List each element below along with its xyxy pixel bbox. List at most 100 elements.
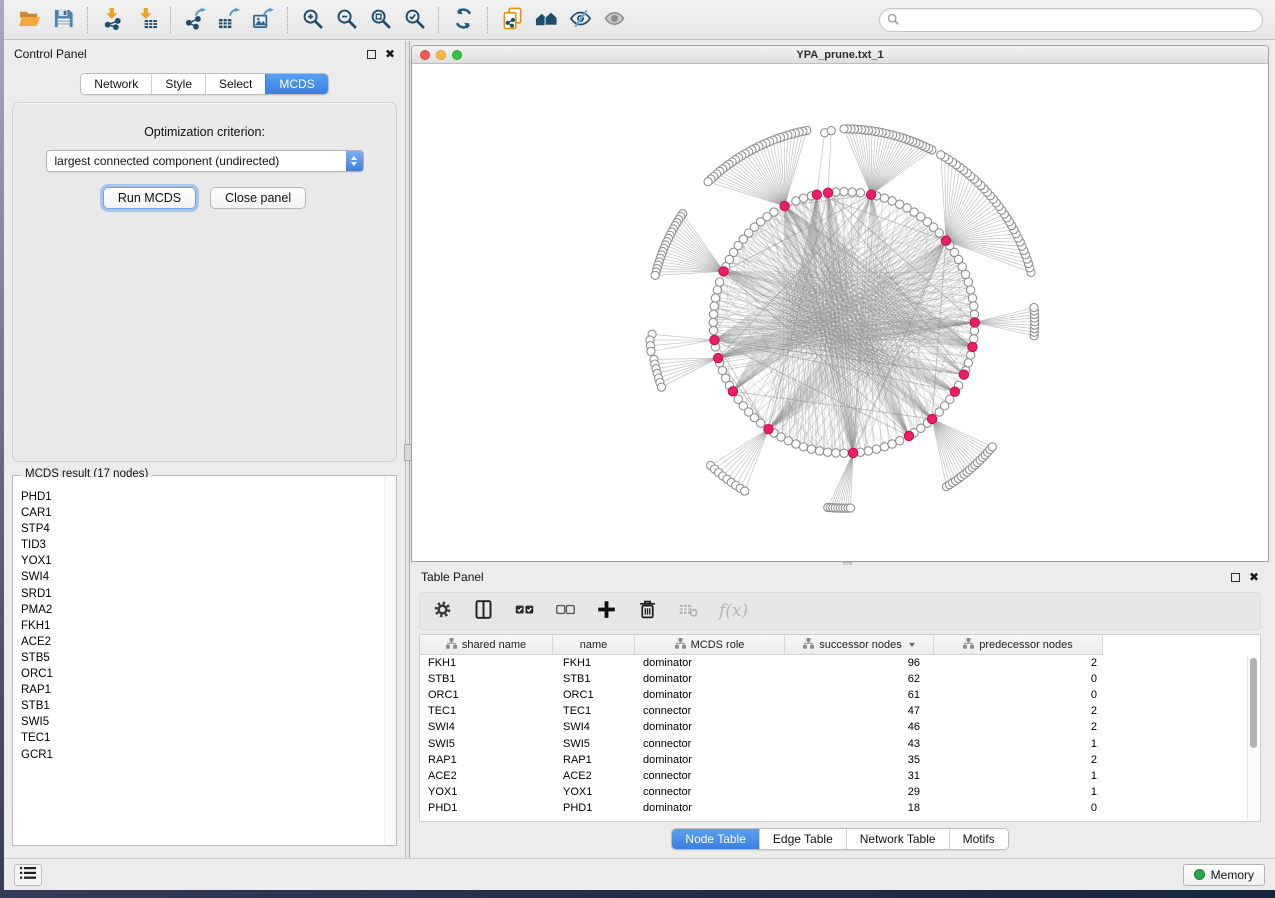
table-row[interactable]: YOX1YOX1connector291 <box>420 784 1260 800</box>
dominator-node[interactable] <box>959 370 968 379</box>
delete-table-button[interactable] <box>678 599 699 623</box>
leaf-node[interactable] <box>657 383 665 391</box>
table-row[interactable]: RAP1RAP1dominator352 <box>420 752 1260 768</box>
ring-node[interactable] <box>792 440 800 448</box>
table-cell[interactable]: dominator <box>635 721 785 733</box>
ring-node[interactable] <box>832 449 840 457</box>
table-cell[interactable]: ACE2 <box>420 770 553 782</box>
zoom-fit-button[interactable] <box>363 4 397 36</box>
result-list-item[interactable]: ORC1 <box>14 666 395 682</box>
table-cell[interactable]: SWI4 <box>553 721 635 733</box>
table-cell[interactable]: ORC1 <box>553 689 635 701</box>
table-row[interactable]: ACE2ACE2connector311 <box>420 768 1260 784</box>
table-cell[interactable]: PHD1 <box>420 802 553 814</box>
table-cell[interactable]: 2 <box>934 721 1103 733</box>
table-cell[interactable]: SWI4 <box>420 721 553 733</box>
ring-node[interactable] <box>970 302 978 310</box>
float-panel-icon[interactable] <box>367 50 376 59</box>
delete-column-button[interactable] <box>637 599 658 623</box>
dominator-node[interactable] <box>866 190 875 199</box>
ring-node[interactable] <box>848 188 856 196</box>
table-cell[interactable]: SWI5 <box>553 738 635 750</box>
dominator-node[interactable] <box>904 431 913 440</box>
ring-node[interactable] <box>840 188 848 196</box>
ring-node[interactable] <box>799 443 807 451</box>
table-cell[interactable]: ACE2 <box>553 770 635 782</box>
close-panel-icon[interactable]: ✖ <box>1249 573 1259 582</box>
close-panel-icon[interactable]: ✖ <box>385 50 395 59</box>
result-list-item[interactable]: SWI4 <box>14 569 395 585</box>
network-overview-button[interactable] <box>529 4 563 36</box>
ring-node[interactable] <box>807 445 815 453</box>
dominator-node[interactable] <box>970 318 979 327</box>
table-cell[interactable]: STB1 <box>553 673 635 685</box>
table-cell[interactable]: STB1 <box>420 673 553 685</box>
table-cell[interactable]: 18 <box>785 802 934 814</box>
ring-node[interactable] <box>856 189 864 197</box>
table-cell[interactable]: 62 <box>785 673 934 685</box>
ring-node[interactable] <box>792 197 800 205</box>
tab-edge-table[interactable]: Edge Table <box>759 829 846 849</box>
table-cell[interactable]: 2 <box>934 705 1103 717</box>
table-cell[interactable]: dominator <box>635 689 785 701</box>
ring-node[interactable] <box>840 449 848 457</box>
result-list-item[interactable]: STB5 <box>14 650 395 666</box>
table-cell[interactable]: connector <box>635 786 785 798</box>
memory-button[interactable]: Memory <box>1183 864 1265 886</box>
table-scrollbar[interactable] <box>1247 656 1258 819</box>
table-row[interactable]: STB1STB1dominator620 <box>420 671 1260 687</box>
ring-node[interactable] <box>880 443 888 451</box>
dominator-node[interactable] <box>927 414 936 423</box>
ring-node[interactable] <box>968 294 976 302</box>
result-list-item[interactable]: STP4 <box>14 521 395 537</box>
dominator-node[interactable] <box>968 342 977 351</box>
result-list-item[interactable]: TEC1 <box>14 730 395 746</box>
table-row[interactable]: TEC1TEC1connector472 <box>420 703 1260 719</box>
table-cell[interactable]: 0 <box>934 689 1103 701</box>
table-cell[interactable]: YOX1 <box>553 786 635 798</box>
ring-node[interactable] <box>966 351 974 359</box>
dominator-node[interactable] <box>719 267 728 276</box>
export-image-button[interactable] <box>246 4 280 36</box>
column-header-name[interactable]: name <box>553 635 635 654</box>
table-cell[interactable]: PHD1 <box>553 802 635 814</box>
float-panel-icon[interactable] <box>1231 573 1240 582</box>
table-cell[interactable]: YOX1 <box>420 786 553 798</box>
ring-node[interactable] <box>970 335 978 343</box>
column-header-shared-name[interactable]: shared name <box>420 635 553 654</box>
ring-node[interactable] <box>799 194 807 202</box>
zoom-out-button[interactable] <box>329 4 363 36</box>
ring-node[interactable] <box>756 419 764 427</box>
tab-motifs[interactable]: Motifs <box>949 829 1008 849</box>
table-cell[interactable]: connector <box>635 770 785 782</box>
hide-selected-button[interactable] <box>563 4 597 36</box>
import-table-button[interactable] <box>129 4 163 36</box>
table-cell[interactable]: TEC1 <box>420 705 553 717</box>
ring-node[interactable] <box>964 278 972 286</box>
search-input[interactable] <box>879 8 1263 32</box>
ring-node[interactable] <box>823 448 831 456</box>
column-header-predecessor-nodes[interactable]: predecessor nodes <box>934 635 1103 654</box>
dominator-node[interactable] <box>941 236 950 245</box>
optimization-criterion-select[interactable]: largest connected component (undirected) <box>46 150 364 172</box>
leaf-node[interactable] <box>988 443 996 451</box>
table-cell[interactable]: 0 <box>934 673 1103 685</box>
ring-node[interactable] <box>715 278 723 286</box>
result-list-item[interactable]: STB1 <box>14 698 395 714</box>
result-list-item[interactable]: YOX1 <box>14 553 395 569</box>
leaf-node[interactable] <box>840 125 848 133</box>
leaf-node[interactable] <box>741 487 749 495</box>
ring-node[interactable] <box>711 294 719 302</box>
tab-style[interactable]: Style <box>151 74 205 94</box>
column-header-MCDS-role[interactable]: MCDS role <box>635 635 785 654</box>
select-all-button[interactable] <box>514 599 535 623</box>
export-network-button[interactable] <box>178 4 212 36</box>
tab-select[interactable]: Select <box>205 74 265 94</box>
table-cell[interactable]: 35 <box>785 754 934 766</box>
dominator-node[interactable] <box>950 387 959 396</box>
table-cell[interactable]: 1 <box>934 786 1103 798</box>
tab-mcds[interactable]: MCDS <box>265 74 327 94</box>
result-list-item[interactable]: GCR1 <box>14 747 395 763</box>
zoom-in-button[interactable] <box>295 4 329 36</box>
table-cell[interactable]: connector <box>635 705 785 717</box>
